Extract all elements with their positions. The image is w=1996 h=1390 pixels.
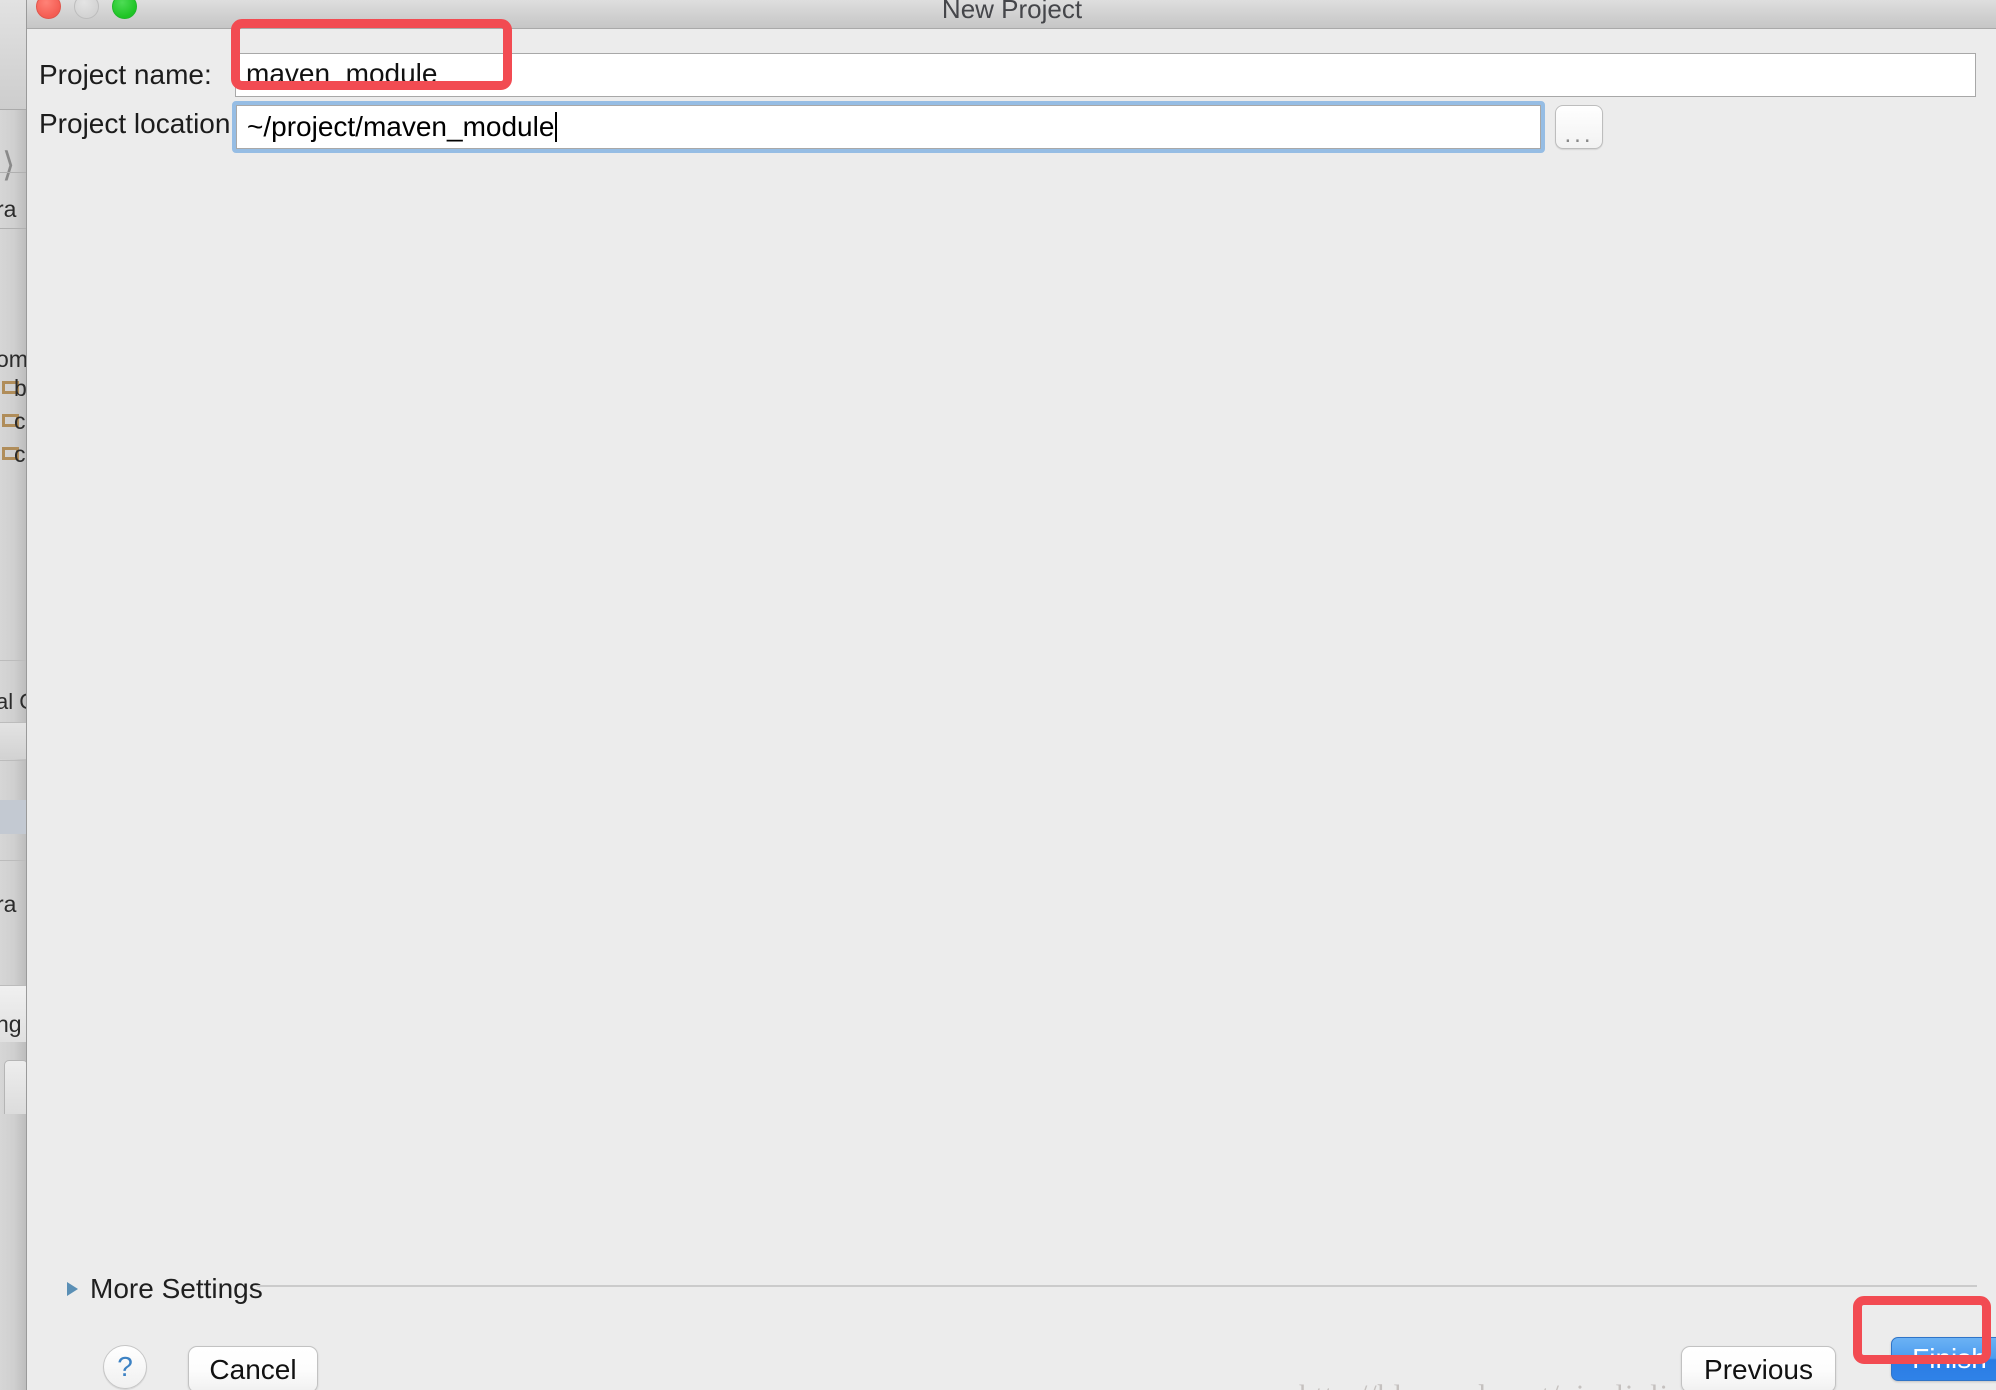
background-text-fragment: al C [0, 689, 26, 714]
background-text-fragment: om [0, 346, 26, 372]
background-text-fragment: ng [0, 1011, 22, 1037]
more-settings-separator [257, 1285, 1977, 1287]
background-divider [0, 860, 26, 861]
dialog-body: Project name: maven_module Project locat… [27, 29, 1996, 1390]
project-location-focus-ring: ~/project/maven_module [232, 101, 1545, 153]
background-divider [0, 760, 26, 761]
more-settings-label: More Settings [90, 1273, 263, 1304]
finish-button[interactable]: Finish [1891, 1337, 1996, 1381]
new-project-dialog: New Project Project name: maven_module P… [26, 0, 1996, 1390]
project-location-field[interactable]: ~/project/maven_module [236, 105, 1541, 149]
dialog-title: New Project [941, 0, 1083, 24]
background-text-fragment: ra [0, 196, 17, 222]
screenshot-root: ⟩ ra om b c c al C ra ng New Project [0, 0, 1996, 1390]
dialog-titlebar[interactable]: New Project [27, 0, 1996, 29]
triangle-right-icon [67, 1282, 78, 1296]
cancel-button[interactable]: Cancel [188, 1346, 318, 1390]
background-divider [0, 660, 26, 661]
chevron-right-icon[interactable]: ⟩ [2, 148, 15, 182]
text-caret [555, 112, 558, 142]
project-name-field[interactable]: maven_module [235, 53, 1976, 97]
background-text-fragment: c [14, 441, 26, 467]
watermark-text: http://blog.csdn.net/qiyeliuli [1299, 1379, 1669, 1390]
background-tab[interactable] [4, 1060, 26, 1114]
background-toolbar [0, 0, 26, 110]
background-selected-row[interactable] [0, 800, 26, 834]
project-name-label: Project name: [39, 59, 212, 90]
background-text-fragment: b [14, 375, 26, 401]
project-location-label: Project location: [39, 108, 239, 139]
background-divider [0, 172, 26, 173]
background-divider [0, 228, 26, 229]
background-text-fragment: c [14, 408, 26, 434]
background-window[interactable]: ⟩ ra om b c c al C ra ng [0, 0, 26, 1390]
browse-location-button[interactable]: ... [1555, 105, 1603, 149]
more-settings-toggle[interactable]: More Settings [67, 1273, 263, 1305]
background-text-fragment: ra [0, 891, 17, 917]
help-button[interactable]: ? [103, 1345, 147, 1389]
background-panel-header [0, 723, 26, 759]
previous-button[interactable]: Previous [1681, 1346, 1836, 1390]
project-location-value: ~/project/maven_module [247, 111, 555, 142]
